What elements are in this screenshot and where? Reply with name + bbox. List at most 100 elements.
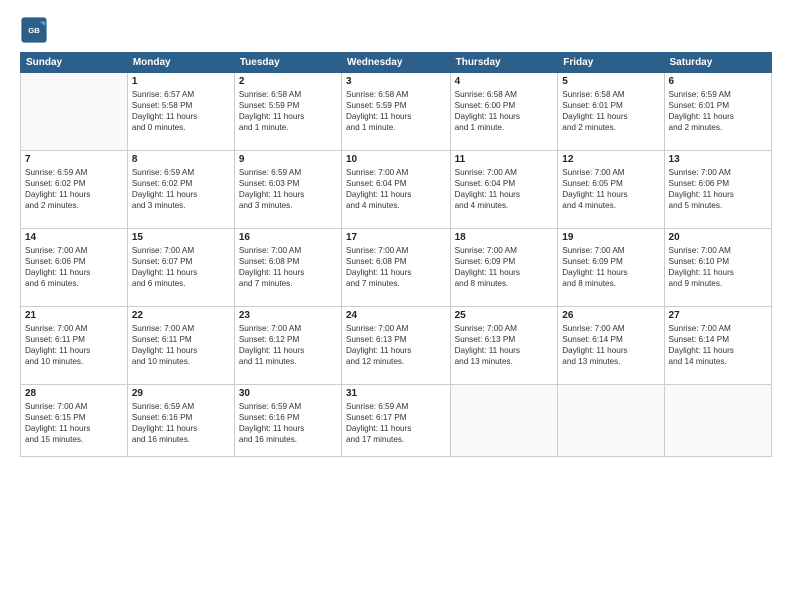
day-cell: 8Sunrise: 6:59 AM Sunset: 6:02 PM Daylig… <box>127 151 234 229</box>
day-cell: 12 Sunrise: 7:00 AM Sunset: 6:05 PM Dayli… <box>558 151 664 229</box>
day-info: Sunrise: 7:00 AM Sunset: 6:14 PM Dayligh… <box>562 323 659 367</box>
day-number: 27 <box>669 310 767 321</box>
day-cell <box>664 385 771 457</box>
day-number: 5 <box>562 76 659 87</box>
day-info: Sunrise: 7:00 AM Sunset: 6:04 PM Dayligh… <box>455 167 554 211</box>
day-info: Sunrise: 6:58 AM Sunset: 5:59 PM Dayligh… <box>239 89 337 133</box>
day-number: 30 <box>239 388 337 399</box>
day-number: 13 <box>669 154 767 165</box>
day-cell: 22 Sunrise: 7:00 AM Sunset: 6:11 PM Dayli… <box>127 307 234 385</box>
day-cell: 13 Sunrise: 7:00 AM Sunset: 6:06 PM Dayli… <box>664 151 771 229</box>
day-info: Sunrise: 7:00 AM Sunset: 6:14 PM Dayligh… <box>669 323 767 367</box>
day-info: Sunrise: 6:59 AM Sunset: 6:16 PM Dayligh… <box>132 401 230 445</box>
day-info: Sunrise: 7:00 AM Sunset: 6:09 PM Dayligh… <box>455 245 554 289</box>
day-cell: 21 Sunrise: 7:00 AM Sunset: 6:11 PM Dayli… <box>21 307 128 385</box>
day-number: 15 <box>132 232 230 243</box>
day-info: Sunrise: 7:00 AM Sunset: 6:09 PM Dayligh… <box>562 245 659 289</box>
svg-text:GB: GB <box>28 26 40 35</box>
day-number: 31 <box>346 388 446 399</box>
day-cell <box>450 385 558 457</box>
day-number: 10 <box>346 154 446 165</box>
day-info: Sunrise: 6:59 AM Sunset: 6:02 PM Dayligh… <box>25 167 123 211</box>
logo-icon: GB <box>20 16 48 44</box>
day-cell: 26 Sunrise: 7:00 AM Sunset: 6:14 PM Dayli… <box>558 307 664 385</box>
day-number: 24 <box>346 310 446 321</box>
day-info: Sunrise: 7:00 AM Sunset: 6:08 PM Dayligh… <box>239 245 337 289</box>
day-info: Sunrise: 6:58 AM Sunset: 5:59 PM Dayligh… <box>346 89 446 133</box>
day-info: Sunrise: 7:00 AM Sunset: 6:10 PM Dayligh… <box>669 245 767 289</box>
day-info: Sunrise: 6:57 AM Sunset: 5:58 PM Dayligh… <box>132 89 230 133</box>
day-info: Sunrise: 7:00 AM Sunset: 6:08 PM Dayligh… <box>346 245 446 289</box>
day-info: Sunrise: 6:58 AM Sunset: 6:01 PM Dayligh… <box>562 89 659 133</box>
day-number: 21 <box>25 310 123 321</box>
day-info: Sunrise: 7:00 AM Sunset: 6:15 PM Dayligh… <box>25 401 123 445</box>
day-info: Sunrise: 7:00 AM Sunset: 6:07 PM Dayligh… <box>132 245 230 289</box>
day-header-saturday: Saturday <box>664 53 771 73</box>
day-header-sunday: Sunday <box>21 53 128 73</box>
day-cell: 28Sunrise: 7:00 AM Sunset: 6:15 PM Dayli… <box>21 385 128 457</box>
day-cell: 14 Sunrise: 7:00 AM Sunset: 6:06 PM Dayli… <box>21 229 128 307</box>
day-cell: 23 Sunrise: 7:00 AM Sunset: 6:12 PM Dayli… <box>234 307 341 385</box>
day-number: 20 <box>669 232 767 243</box>
day-cell: 11 Sunrise: 7:00 AM Sunset: 6:04 PM Dayli… <box>450 151 558 229</box>
day-cell: 4Sunrise: 6:58 AM Sunset: 6:00 PM Daylig… <box>450 73 558 151</box>
day-cell: 5 Sunrise: 6:58 AM Sunset: 6:01 PM Daylig… <box>558 73 664 151</box>
day-info: Sunrise: 7:00 AM Sunset: 6:05 PM Dayligh… <box>562 167 659 211</box>
day-number: 25 <box>455 310 554 321</box>
day-number: 22 <box>132 310 230 321</box>
day-number: 16 <box>239 232 337 243</box>
header: GB <box>20 16 772 44</box>
day-cell: 15 Sunrise: 7:00 AM Sunset: 6:07 PM Dayli… <box>127 229 234 307</box>
logo: GB <box>20 16 52 44</box>
day-info: Sunrise: 7:00 AM Sunset: 6:11 PM Dayligh… <box>132 323 230 367</box>
day-number: 17 <box>346 232 446 243</box>
day-cell: 19 Sunrise: 7:00 AM Sunset: 6:09 PM Dayli… <box>558 229 664 307</box>
day-number: 26 <box>562 310 659 321</box>
day-number: 3 <box>346 76 446 87</box>
day-number: 11 <box>455 154 554 165</box>
day-number: 29 <box>132 388 230 399</box>
day-header-friday: Friday <box>558 53 664 73</box>
day-cell: 17 Sunrise: 7:00 AM Sunset: 6:08 PM Dayli… <box>341 229 450 307</box>
page: GB SundayMondayTuesdayWednesdayThursdayF… <box>0 0 792 612</box>
day-number: 2 <box>239 76 337 87</box>
day-cell <box>558 385 664 457</box>
day-cell: 24 Sunrise: 7:00 AM Sunset: 6:13 PM Dayli… <box>341 307 450 385</box>
day-number: 19 <box>562 232 659 243</box>
day-cell: 3 Sunrise: 6:58 AM Sunset: 5:59 PM Daylig… <box>341 73 450 151</box>
day-number: 6 <box>669 76 767 87</box>
day-info: Sunrise: 7:00 AM Sunset: 6:11 PM Dayligh… <box>25 323 123 367</box>
week-row-4: 21 Sunrise: 7:00 AM Sunset: 6:11 PM Dayli… <box>21 307 772 385</box>
week-row-1: 1 Sunrise: 6:57 AM Sunset: 5:58 PM Daylig… <box>21 73 772 151</box>
calendar-table: SundayMondayTuesdayWednesdayThursdayFrid… <box>20 52 772 457</box>
day-number: 1 <box>132 76 230 87</box>
week-row-3: 14 Sunrise: 7:00 AM Sunset: 6:06 PM Dayli… <box>21 229 772 307</box>
day-info: Sunrise: 7:00 AM Sunset: 6:06 PM Dayligh… <box>669 167 767 211</box>
day-info: Sunrise: 7:00 AM Sunset: 6:13 PM Dayligh… <box>346 323 446 367</box>
day-header-wednesday: Wednesday <box>341 53 450 73</box>
day-info: Sunrise: 7:00 AM Sunset: 6:12 PM Dayligh… <box>239 323 337 367</box>
day-cell: 29 Sunrise: 6:59 AM Sunset: 6:16 PM Dayli… <box>127 385 234 457</box>
day-header-tuesday: Tuesday <box>234 53 341 73</box>
day-info: Sunrise: 7:00 AM Sunset: 6:04 PM Dayligh… <box>346 167 446 211</box>
day-cell: 7 Sunrise: 6:59 AM Sunset: 6:02 PM Daylig… <box>21 151 128 229</box>
week-row-2: 7 Sunrise: 6:59 AM Sunset: 6:02 PM Daylig… <box>21 151 772 229</box>
day-number: 4 <box>455 76 554 87</box>
day-number: 23 <box>239 310 337 321</box>
day-header-thursday: Thursday <box>450 53 558 73</box>
day-cell: 27 Sunrise: 7:00 AM Sunset: 6:14 PM Dayli… <box>664 307 771 385</box>
day-info: Sunrise: 6:59 AM Sunset: 6:17 PM Dayligh… <box>346 401 446 445</box>
day-info: Sunrise: 6:59 AM Sunset: 6:16 PM Dayligh… <box>239 401 337 445</box>
day-number: 12 <box>562 154 659 165</box>
day-cell: 10 Sunrise: 7:00 AM Sunset: 6:04 PM Dayli… <box>341 151 450 229</box>
day-info: Sunrise: 6:59 AM Sunset: 6:01 PM Dayligh… <box>669 89 767 133</box>
day-number: 18 <box>455 232 554 243</box>
day-cell: 2 Sunrise: 6:58 AM Sunset: 5:59 PM Daylig… <box>234 73 341 151</box>
day-cell: 1 Sunrise: 6:57 AM Sunset: 5:58 PM Daylig… <box>127 73 234 151</box>
day-header-monday: Monday <box>127 53 234 73</box>
day-number: 7 <box>25 154 123 165</box>
week-row-5: 28Sunrise: 7:00 AM Sunset: 6:15 PM Dayli… <box>21 385 772 457</box>
day-info: Sunrise: 7:00 AM Sunset: 6:06 PM Dayligh… <box>25 245 123 289</box>
day-number: 14 <box>25 232 123 243</box>
day-cell: 20 Sunrise: 7:00 AM Sunset: 6:10 PM Dayli… <box>664 229 771 307</box>
